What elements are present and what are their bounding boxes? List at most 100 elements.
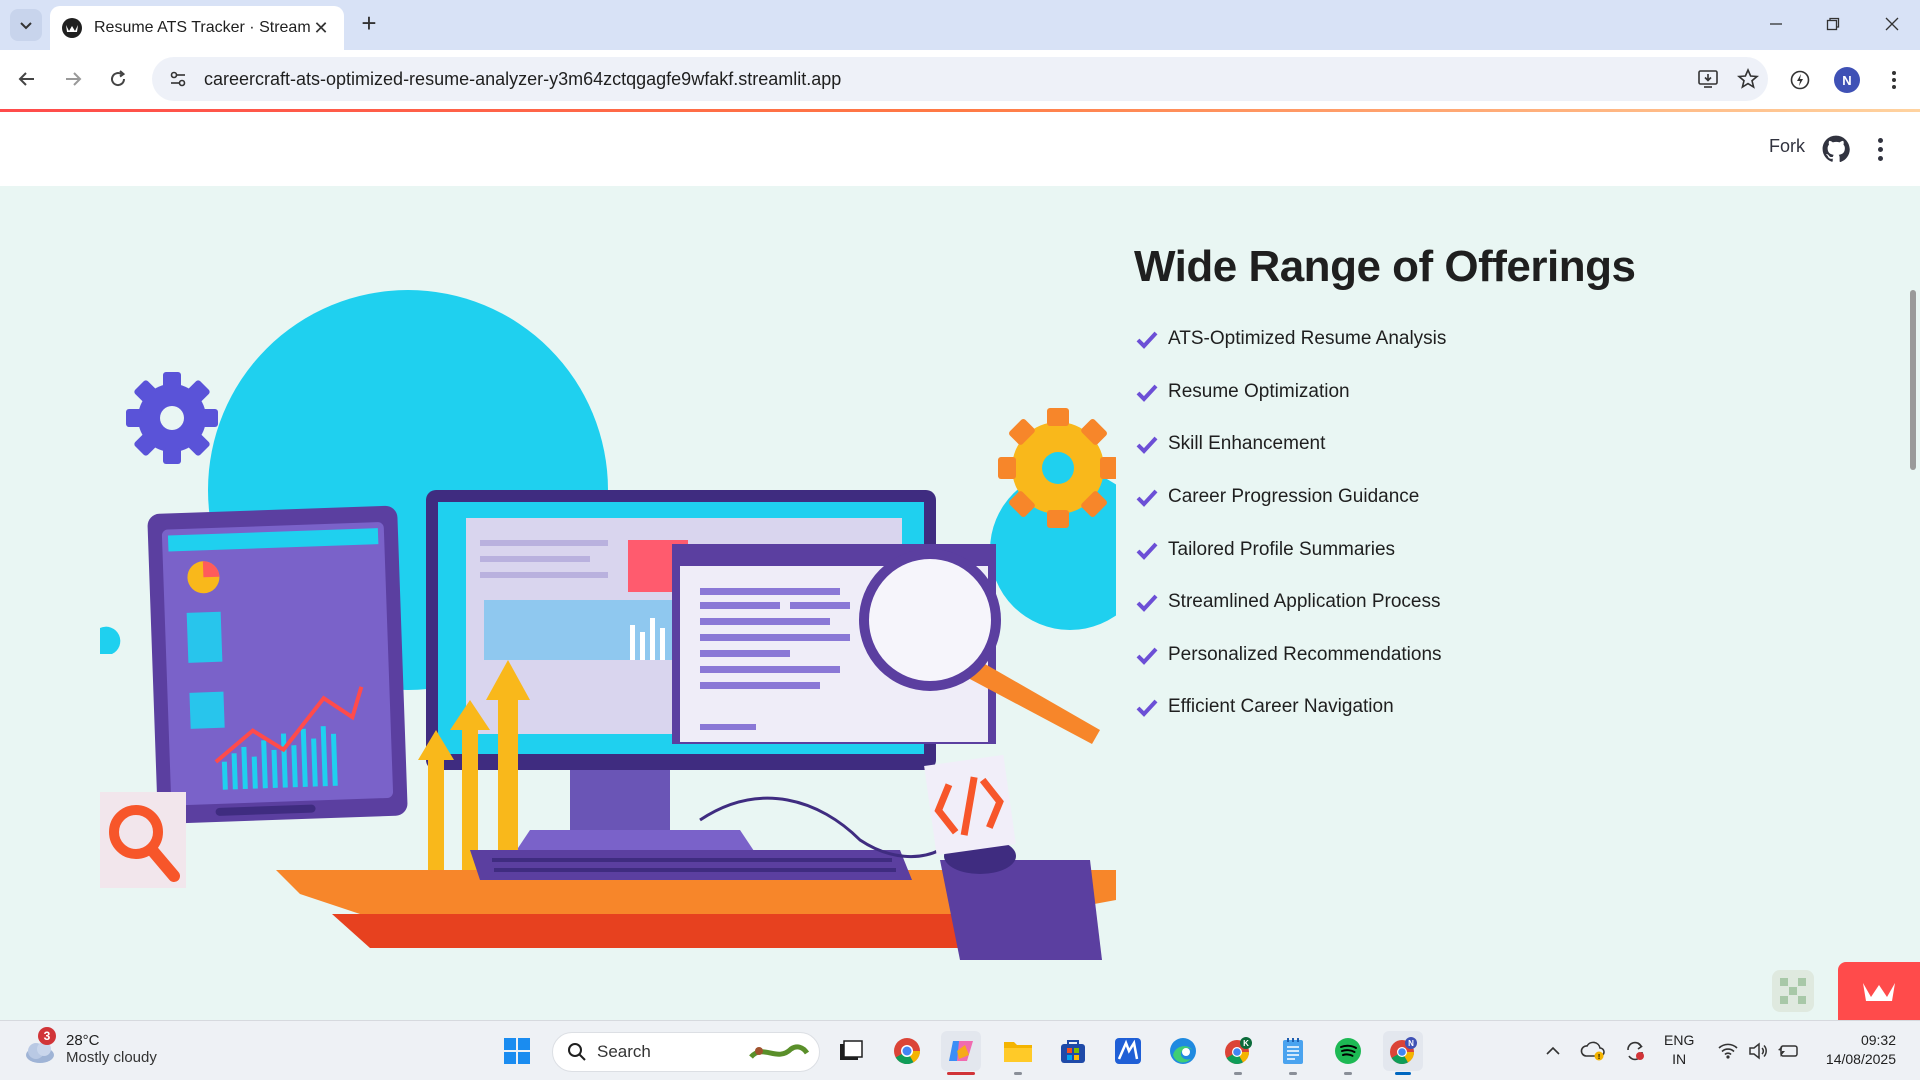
more-vertical-icon — [1892, 71, 1896, 89]
site-info-icon[interactable] — [158, 59, 198, 99]
list-item: Tailored Profile Summaries — [1136, 523, 1446, 576]
offering-label: Skill Enhancement — [1168, 433, 1326, 455]
offering-label: ATS-Optimized Resume Analysis — [1168, 328, 1447, 350]
profile-avatar-button[interactable]: N — [1829, 62, 1865, 98]
app-owner-avatar[interactable] — [1772, 970, 1814, 1012]
url-text[interactable]: careercraft-ats-optimized-resume-analyze… — [204, 69, 1688, 90]
fork-button[interactable]: Fork — [1769, 136, 1805, 157]
taskbar-chrome-profile-k[interactable]: K — [1218, 1031, 1258, 1075]
address-bar[interactable]: careercraft-ats-optimized-resume-analyze… — [152, 57, 1768, 101]
offering-label: Efficient Career Navigation — [1168, 696, 1394, 718]
tab-close-icon[interactable]: ✕ — [310, 17, 332, 39]
running-indicator — [1344, 1072, 1352, 1075]
back-button[interactable] — [10, 62, 44, 96]
taskbar-clock[interactable]: 09:32 14/08/2025 — [1826, 1031, 1896, 1069]
sync-tray[interactable] — [1620, 1031, 1650, 1071]
offering-label: Resume Optimization — [1168, 380, 1350, 402]
offering-label: Tailored Profile Summaries — [1168, 538, 1396, 560]
offerings-list: ATS-Optimized Resume Analysis Resume Opt… — [1136, 313, 1446, 734]
taskbar-store[interactable] — [1053, 1031, 1093, 1071]
running-indicator — [1234, 1072, 1242, 1075]
chrome-profile-icon: N — [1390, 1037, 1417, 1065]
store-icon — [1061, 1040, 1085, 1063]
computer-workspace-illustration — [100, 290, 1116, 960]
taskbar-notepad[interactable] — [1273, 1031, 1313, 1075]
install-app-icon[interactable] — [1688, 59, 1728, 99]
svg-text:K: K — [1243, 1039, 1249, 1048]
list-item: Personalized Recommendations — [1136, 629, 1446, 682]
minimize-button[interactable] — [1754, 8, 1798, 40]
offering-label: Career Progression Guidance — [1168, 486, 1420, 508]
forward-button[interactable] — [56, 62, 90, 96]
input-language-indicator[interactable]: ENG IN — [1664, 1031, 1694, 1069]
list-item: Skill Enhancement — [1136, 418, 1446, 471]
taskbar-chrome[interactable] — [887, 1031, 927, 1071]
streamlit-hosted-badge[interactable] — [1838, 962, 1920, 1020]
minimize-icon — [1770, 23, 1782, 25]
folder-icon — [1004, 1042, 1032, 1062]
language-code: ENG — [1664, 1032, 1695, 1048]
reload-button[interactable] — [101, 62, 135, 96]
taskbar-edge[interactable] — [1163, 1031, 1203, 1071]
tab-search-button[interactable] — [10, 9, 42, 41]
task-view-icon — [840, 1040, 863, 1060]
streamlit-main-menu[interactable] — [1868, 134, 1892, 164]
restore-icon — [1826, 17, 1840, 31]
taskbar-chrome-profile-n[interactable]: N — [1383, 1031, 1423, 1075]
page-scrollbar[interactable] — [1910, 290, 1916, 470]
browser-tab-active[interactable]: Resume ATS Tracker · Streamlit ✕ — [50, 6, 344, 50]
spotify-icon — [1335, 1038, 1361, 1064]
pixel-avatar-icon — [1780, 978, 1806, 1004]
svg-text:N: N — [1408, 1039, 1414, 1048]
reload-icon — [111, 70, 126, 87]
sync-icon — [1627, 1041, 1644, 1061]
volume-tray[interactable] — [1744, 1031, 1772, 1071]
task-view-button[interactable] — [831, 1031, 871, 1071]
taskbar-search[interactable]: Search — [552, 1032, 820, 1072]
bookmark-star-icon[interactable] — [1728, 59, 1768, 99]
performance-icon[interactable] — [1782, 62, 1818, 98]
search-highlight-icon — [749, 1044, 810, 1059]
profile-avatar: N — [1834, 67, 1860, 93]
checkmark-icon — [1136, 700, 1158, 718]
streamlit-header: Fork — [0, 112, 1920, 186]
restore-button[interactable] — [1811, 8, 1855, 40]
checkmark-icon — [1136, 489, 1158, 507]
close-window-button[interactable] — [1870, 8, 1914, 40]
offerings-title: Wide Range of Offerings — [1134, 242, 1636, 291]
chrome-profile-icon: K — [1225, 1037, 1252, 1065]
offering-label: Streamlined Application Process — [1168, 591, 1441, 613]
show-hidden-icons-button[interactable] — [1542, 1031, 1564, 1071]
wifi-tray[interactable] — [1714, 1031, 1742, 1071]
new-tab-button[interactable]: + — [356, 10, 382, 38]
taskbar-file-explorer[interactable] — [998, 1031, 1038, 1075]
running-indicator — [1014, 1072, 1022, 1075]
notepad-icon — [1283, 1038, 1303, 1064]
taskbar-copilot[interactable] — [941, 1031, 981, 1075]
app-ai-icon — [1115, 1038, 1141, 1064]
region-code: IN — [1672, 1051, 1687, 1067]
arrow-left-icon — [18, 72, 34, 86]
speaker-icon — [1749, 1042, 1767, 1060]
battery-tray[interactable] — [1774, 1031, 1802, 1071]
svg-text:!: ! — [1598, 1054, 1600, 1061]
taskbar-app-ai[interactable] — [1108, 1031, 1148, 1071]
start-button[interactable] — [497, 1031, 537, 1071]
windows-taskbar: 3 28°C Mostly cloudy Search K N ! ENG IN… — [0, 1020, 1920, 1080]
cloud-icon: 3 — [22, 1027, 58, 1067]
checkmark-icon — [1136, 384, 1158, 402]
taskbar-spotify[interactable] — [1328, 1031, 1368, 1075]
onedrive-tray[interactable]: ! — [1578, 1031, 1608, 1071]
battery-charging-icon — [1778, 1045, 1798, 1057]
list-item: Resume Optimization — [1136, 366, 1446, 419]
tab-title: Resume ATS Tracker · Streamlit — [94, 19, 310, 36]
cloud-warning-icon: ! — [1580, 1041, 1605, 1061]
windows-logo-icon — [504, 1038, 530, 1064]
browser-toolbar: careercraft-ats-optimized-resume-analyze… — [0, 50, 1920, 109]
browser-tab-strip: Resume ATS Tracker · Streamlit ✕ + — [0, 0, 1920, 50]
browser-menu-button[interactable] — [1876, 62, 1912, 98]
checkmark-icon — [1136, 542, 1158, 560]
github-icon[interactable] — [1822, 135, 1850, 163]
weather-widget[interactable]: 3 28°C Mostly cloudy — [22, 1027, 157, 1067]
search-placeholder: Search — [597, 1042, 651, 1061]
